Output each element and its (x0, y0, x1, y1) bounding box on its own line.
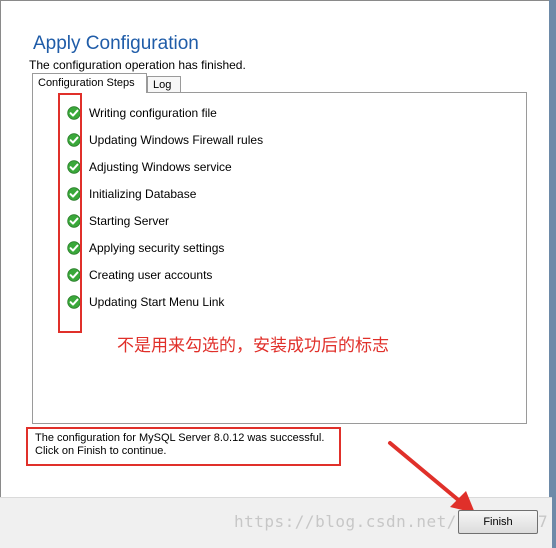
step-label: Starting Server (89, 214, 170, 228)
step-label: Initializing Database (89, 187, 197, 201)
page-title: Apply Configuration (33, 33, 199, 54)
step-label: Adjusting Windows service (89, 160, 232, 174)
page-subtitle: The configuration operation has finished… (29, 58, 246, 72)
step-label: Writing configuration file (89, 106, 217, 120)
annotation-box-status (26, 427, 341, 466)
finish-button[interactable]: Finish (458, 510, 538, 534)
step-label: Updating Start Menu Link (89, 295, 225, 309)
tab-log[interactable]: Log (147, 76, 181, 93)
step-label: Updating Windows Firewall rules (89, 133, 264, 147)
step-label: Applying security settings (89, 241, 225, 255)
tab-configuration-steps[interactable]: Configuration Steps (32, 73, 147, 93)
window-edge (549, 0, 556, 548)
annotation-box-checks (58, 93, 82, 333)
step-label: Creating user accounts (89, 268, 213, 282)
annotation-text: 不是用来勾选的，安装成功后的标志 (117, 336, 389, 355)
annotation-arrow (388, 441, 475, 513)
